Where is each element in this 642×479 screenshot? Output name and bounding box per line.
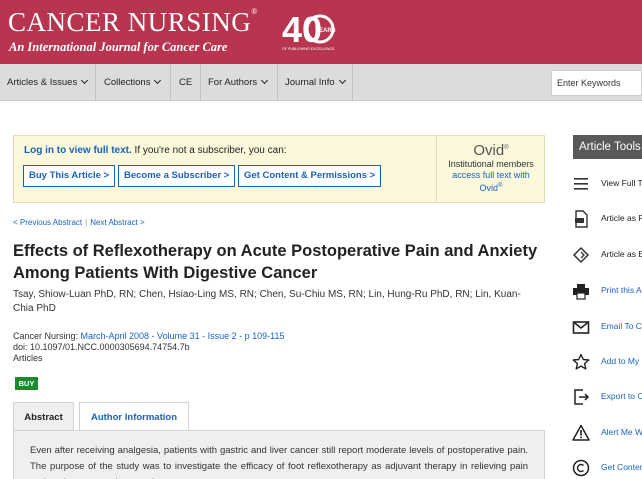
ovid-panel: Ovid® Institutional members access full … <box>436 136 545 202</box>
anniversary-caption: OF PUBLISHING EXCELLENCE <box>282 47 335 51</box>
abstract-pagination: < Previous Abstract | Next Abstract > <box>13 218 145 227</box>
tool-label: Export to Citation Manager <box>601 391 642 401</box>
article-title: Effects of Reflexotherapy on Acute Posto… <box>13 242 538 282</box>
tool-label: Article as EPUB <box>601 249 642 259</box>
chevron-down-icon <box>154 76 162 85</box>
nav-articles-issues[interactable]: Articles & Issues <box>0 64 89 101</box>
citation-issue: Cancer Nursing: March-April 2008 - Volum… <box>13 331 284 342</box>
chevron-down-icon <box>261 76 269 85</box>
tool-print-article[interactable]: Print this Article <box>570 280 642 302</box>
article-citation: Cancer Nursing: March-April 2008 - Volum… <box>13 331 284 364</box>
button-label: Get Content & Permissions <box>244 170 367 181</box>
abstract-panel: Even after receiving analgesia, patients… <box>13 430 545 479</box>
ovid-registered-mark: ® <box>498 183 503 189</box>
chevron-down-icon <box>81 76 89 85</box>
tool-label: Article as PDF <box>601 213 642 223</box>
button-label: Become a Subscriber <box>124 170 222 181</box>
ovid-logo-text: Ovid <box>473 142 505 159</box>
anniversary-years: YEARS <box>315 28 336 34</box>
tool-alert-when-cited[interactable]: Alert Me When Cited <box>570 422 642 444</box>
nav-collections[interactable]: Collections <box>97 64 162 101</box>
tab-abstract[interactable]: Abstract <box>13 402 74 431</box>
article-tools-heading: Article Tools <box>573 135 642 159</box>
buy-badge[interactable]: BUY <box>15 377 38 390</box>
tool-email-colleague[interactable]: Email To Colleague <box>570 316 642 338</box>
search-input[interactable]: Enter Keywords <box>551 70 642 96</box>
pdf-icon <box>575 210 588 228</box>
nav-journal-info[interactable]: Journal Info <box>278 64 346 101</box>
journal-tagline: An International Journal for Cancer Care <box>9 40 228 54</box>
access-message: Log in to view full text. If you're not … <box>24 145 287 156</box>
ovid-institutional-text: Institutional members <box>448 159 534 169</box>
article-section: Articles <box>13 353 43 363</box>
nav-label: CE <box>179 77 193 88</box>
main-nav: Articles & Issues Collections CE For Aut… <box>0 64 642 101</box>
anniversary-40-years-logo: 40 YEARS OF PUBLISHING EXCELLENCE <box>282 9 336 51</box>
buy-article-button[interactable]: Buy This Article > <box>23 165 116 187</box>
star-icon <box>572 353 590 370</box>
nav-label: Journal Info <box>285 77 335 88</box>
ovid-registered-mark: ® <box>504 145 509 151</box>
ovid-link-line: Ovid <box>479 183 499 193</box>
nav-divider <box>352 64 353 101</box>
article-authors: Tsay, Shiow-Luan PhD, RN; Chen, Hsiao-Li… <box>13 289 521 314</box>
tool-get-content-permissions[interactable]: Get Content & Permissions <box>570 457 642 479</box>
tool-article-pdf[interactable]: Article as PDF <box>570 208 642 230</box>
login-link[interactable]: Log in to view full text. <box>24 145 132 156</box>
chevron-right-icon: > <box>223 170 230 181</box>
chevron-down-icon <box>338 76 346 85</box>
tool-export-citation[interactable]: Export to Citation Manager <box>570 386 642 408</box>
site-header: CANCER NURSING® An International Journal… <box>0 0 642 64</box>
nav-for-authors[interactable]: For Authors <box>201 64 269 101</box>
nav-ce[interactable]: CE <box>172 64 192 101</box>
nav-divider <box>95 64 96 101</box>
copyright-icon <box>572 459 590 477</box>
subscriber-text: If you're not a subscriber, you can: <box>131 145 287 156</box>
registered-mark: ® <box>251 7 258 16</box>
ovid-link-line: access full text with <box>452 170 530 180</box>
export-icon <box>574 389 590 405</box>
nav-label: For Authors <box>208 77 258 88</box>
tool-label: Print this Article <box>601 285 642 295</box>
tool-label: Get Content & Permissions <box>601 462 642 472</box>
get-content-permissions-button[interactable]: Get Content & Permissions > <box>238 165 382 187</box>
nav-label: Articles & Issues <box>7 77 78 88</box>
ovid-logo: Ovid® <box>437 142 545 159</box>
tool-view-full-text[interactable]: View Full Text <box>570 173 642 195</box>
email-icon <box>572 321 590 334</box>
printer-icon <box>573 284 589 300</box>
tool-label: View Full Text <box>601 178 642 188</box>
previous-abstract-link[interactable]: < Previous Abstract <box>13 218 82 227</box>
article-doi: doi: 10.1097/01.NCC.0000305694.74754.7b <box>13 342 190 352</box>
tool-label: Alert Me When Cited <box>601 427 642 437</box>
nav-divider <box>170 64 171 101</box>
access-box: Log in to view full text. If you're not … <box>13 135 545 203</box>
tab-author-information[interactable]: Author Information <box>79 402 189 431</box>
alert-icon <box>572 424 590 441</box>
tool-label: Email To Colleague <box>601 321 642 331</box>
tool-article-epub[interactable]: Article as EPUB <box>570 244 642 266</box>
pagination-separator: | <box>85 218 88 227</box>
chevron-right-icon: > <box>369 170 376 181</box>
journal-logo[interactable]: CANCER NURSING® <box>8 7 258 38</box>
epub-icon <box>572 246 590 264</box>
journal-name: Cancer Nursing: <box>13 331 81 341</box>
become-subscriber-button[interactable]: Become a Subscriber > <box>118 165 236 187</box>
chevron-right-icon: > <box>103 170 110 181</box>
tool-label: Add to My Favorites <box>601 356 642 366</box>
ovid-access-link[interactable]: access full text with Ovid® <box>437 170 545 194</box>
next-abstract-link[interactable]: Next Abstract > <box>90 218 144 227</box>
abstract-text: Even after receiving analgesia, patients… <box>30 445 528 479</box>
list-icon <box>574 178 588 190</box>
nav-label: Collections <box>104 77 151 88</box>
button-label: Buy This Article <box>29 170 101 181</box>
journal-title: CANCER NURSING <box>8 7 252 37</box>
tool-add-favorites[interactable]: Add to My Favorites <box>570 351 642 373</box>
issue-link[interactable]: March-April 2008 - Volume 31 - Issue 2 -… <box>81 331 285 341</box>
